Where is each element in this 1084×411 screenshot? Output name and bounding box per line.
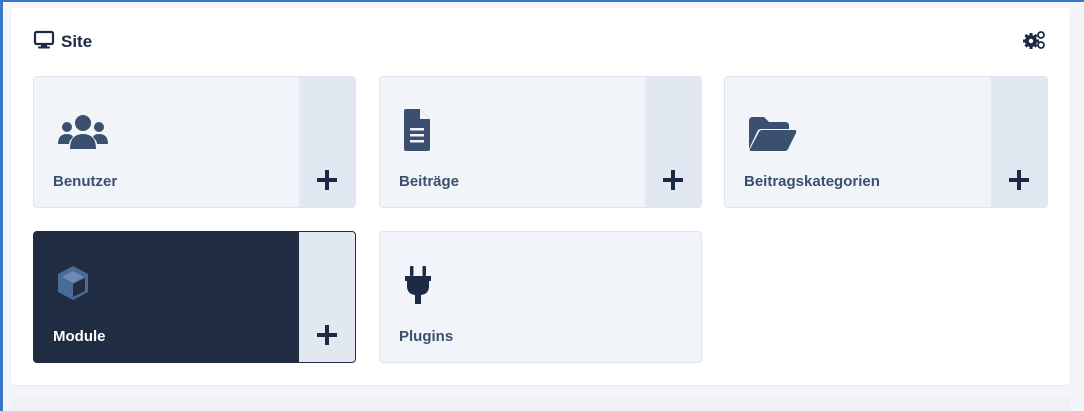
module-link[interactable]: Module	[34, 232, 299, 362]
tile-beitragskategorien: Beitragskategorien	[724, 76, 1048, 208]
add-beitrag-button[interactable]	[645, 77, 701, 207]
beitragskategorien-link[interactable]: Beitragskategorien	[725, 77, 991, 207]
tile-plugins: Plugins	[379, 231, 702, 363]
tile-label: Beitragskategorien	[744, 173, 880, 190]
tile-beitraege: Beiträge	[379, 76, 702, 208]
tile-label: Plugins	[399, 328, 454, 345]
window-frame-top	[0, 0, 1084, 2]
add-benutzer-button[interactable]	[299, 77, 355, 207]
plus-icon	[317, 170, 337, 195]
add-modul-button[interactable]	[299, 232, 355, 362]
gears-icon	[1022, 30, 1046, 55]
add-beitragskategorie-button[interactable]	[991, 77, 1047, 207]
settings-button[interactable]	[1022, 30, 1046, 54]
plus-icon	[1009, 170, 1029, 195]
monitor-icon	[33, 30, 55, 55]
plugins-link[interactable]: Plugins	[380, 232, 701, 362]
plus-icon	[663, 170, 683, 195]
next-card-edge	[11, 398, 1070, 411]
tile-benutzer: Benutzer	[33, 76, 356, 208]
plus-icon	[317, 325, 337, 350]
beitraege-link[interactable]: Beiträge	[380, 77, 645, 207]
document-icon	[404, 109, 430, 156]
folder-open-icon	[749, 117, 797, 156]
tile-module: Module	[33, 231, 356, 363]
users-icon	[58, 113, 108, 158]
benutzer-link[interactable]: Benutzer	[34, 77, 299, 207]
tile-label: Beiträge	[399, 173, 460, 190]
site-card: Site Benutzer Beiträge Beitragskategorie…	[11, 8, 1070, 385]
card-header: Site	[33, 28, 92, 56]
tile-label: Module	[53, 328, 106, 345]
plug-icon	[404, 266, 432, 311]
card-title: Site	[61, 32, 93, 51]
window-frame-left	[0, 0, 3, 411]
cube-icon	[58, 266, 88, 305]
tile-label: Benutzer	[53, 173, 118, 190]
